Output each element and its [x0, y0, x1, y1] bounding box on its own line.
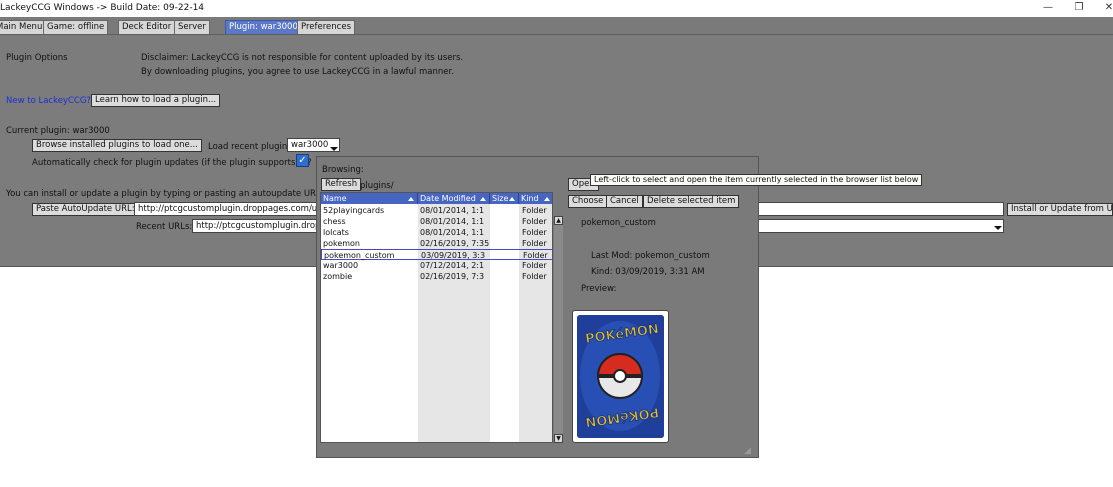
- disclaimer-line-2: By downloading plugins, you agree to use…: [141, 67, 454, 77]
- file-row[interactable]: 52playingcards 08/01/2014, 1:1 Folder: [321, 205, 552, 216]
- file-cell-name: chess: [323, 217, 346, 226]
- sort-arrow-icon: [408, 197, 414, 201]
- file-cell-kind: Folder: [522, 261, 547, 270]
- window-title-bar: LackeyCCG Windows -> Build Date: 09-22-1…: [0, 0, 1113, 17]
- learn-plugin-button[interactable]: Learn how to load a plugin...: [91, 94, 221, 107]
- detail-kind: Kind: 03/09/2019, 3:31 AM: [591, 267, 705, 277]
- column-header-name[interactable]: Name: [321, 193, 418, 204]
- column-header-date[interactable]: Date Modified: [418, 193, 490, 204]
- tab-label: Deck Editor: [122, 22, 172, 32]
- tab-label: Preferences: [301, 22, 351, 32]
- file-list-scrollbar[interactable]: [554, 216, 563, 443]
- scroll-up-icon: ▲: [556, 217, 561, 224]
- disclaimer-line-1: Disclaimer: LackeyCCG is not responsible…: [141, 53, 464, 63]
- restore-button[interactable]: ❐: [1072, 2, 1086, 14]
- tooltip: Left-click to select and open the item c…: [590, 174, 923, 186]
- file-cell-date: 02/16/2019, 7:35: [420, 239, 490, 248]
- install-instructions: You can install or update a plugin by ty…: [6, 189, 343, 199]
- column-header-label: Size: [492, 194, 509, 203]
- scroll-up-button[interactable]: ▲: [554, 216, 563, 225]
- main-tab-bar: Main Menu Game: offline Deck Editor Serv…: [0, 17, 1113, 35]
- column-header-kind[interactable]: Kind: [519, 193, 552, 204]
- column-header-size[interactable]: Size: [490, 193, 519, 204]
- detail-last-mod: Last Mod: pokemon_custom: [591, 251, 710, 261]
- file-row[interactable]: pokemon_custom 03/09/2019, 3:3 Folder: [321, 249, 552, 260]
- auto-check-checkbox[interactable]: ✓: [296, 154, 309, 167]
- chevron-down-icon: [994, 226, 1002, 230]
- tab-label: Plugin: war3000: [229, 22, 298, 32]
- browsing-label: Browsing:: [322, 165, 364, 175]
- resize-grip-icon[interactable]: ◢: [744, 446, 754, 456]
- scroll-down-icon: ▼: [556, 435, 561, 442]
- auto-check-label: Automatically check for plugin updates (…: [32, 158, 312, 168]
- file-row[interactable]: war3000 07/12/2014, 2:1 Folder: [321, 260, 552, 271]
- checkmark-icon: ✓: [298, 155, 307, 166]
- column-header-label: Date Modified: [420, 194, 476, 203]
- file-cell-date: 07/12/2014, 2:1: [420, 261, 485, 270]
- card-back-image: POKéMON POKéMON: [577, 315, 664, 438]
- file-cell-kind: Folder: [522, 272, 547, 281]
- tab-plugin[interactable]: Plugin: war3000: [225, 20, 302, 34]
- preview-label: Preview:: [581, 284, 617, 294]
- file-row[interactable]: chess 08/01/2014, 1:1 Folder: [321, 216, 552, 227]
- file-row[interactable]: pokemon 02/16/2019, 7:35 Folder: [321, 238, 552, 249]
- delete-selected-button[interactable]: Delete selected item: [643, 195, 740, 208]
- cancel-button[interactable]: Cancel: [606, 195, 643, 208]
- file-cell-kind: Folder: [522, 206, 547, 215]
- sort-arrow-icon: [480, 197, 486, 201]
- file-cell-name: lolcats: [323, 228, 349, 237]
- column-header-label: Kind: [521, 194, 539, 203]
- load-recent-value: war3000: [291, 140, 329, 150]
- tab-label: Server: [178, 22, 206, 32]
- chevron-down-icon: [330, 147, 338, 151]
- close-button[interactable]: ✕: [1102, 2, 1113, 14]
- file-cell-kind: Folder: [522, 217, 547, 226]
- refresh-button[interactable]: Refresh: [321, 178, 362, 191]
- column-header-label: Name: [323, 194, 347, 203]
- file-cell-date: 08/01/2014, 1:1: [420, 228, 485, 237]
- file-cell-name: 52playingcards: [323, 206, 385, 215]
- file-cell-kind: Folder: [522, 228, 547, 237]
- tab-deck-editor[interactable]: Deck Editor: [118, 20, 176, 34]
- tab-game[interactable]: Game: offline: [43, 20, 109, 34]
- new-to-lackey-link[interactable]: New to LackeyCCG?: [6, 96, 91, 106]
- paste-autoupdate-button[interactable]: Paste AutoUpdate URL:: [32, 203, 139, 216]
- sort-arrow-icon: [544, 197, 550, 201]
- recent-urls-label: Recent URLs:: [136, 222, 193, 232]
- file-cell-kind: Folder: [522, 239, 547, 248]
- browse-plugins-button[interactable]: Browse installed plugins to load one...: [32, 139, 202, 152]
- file-cell-name: war3000: [323, 261, 359, 270]
- card-preview: POKéMON POKéMON: [572, 310, 669, 443]
- tab-label: Main Menu: [0, 22, 43, 32]
- tab-preferences[interactable]: Preferences: [297, 20, 355, 34]
- file-cell-date: 08/01/2014, 1:1: [420, 206, 485, 215]
- tab-label: Game: offline: [47, 22, 105, 32]
- tab-server[interactable]: Server: [174, 20, 210, 34]
- plugin-options-heading: Plugin Options: [6, 53, 68, 63]
- scroll-down-button[interactable]: ▼: [554, 434, 563, 443]
- file-row[interactable]: zombie 02/16/2019, 7:3 Folder: [321, 271, 552, 282]
- minimize-button[interactable]: —: [1041, 2, 1055, 14]
- file-list[interactable]: Name Date Modified Size Kind 52playingca…: [320, 192, 553, 443]
- sort-arrow-icon: [509, 197, 515, 201]
- file-row[interactable]: lolcats 08/01/2014, 1:1 Folder: [321, 227, 552, 238]
- file-cell-name: pokemon: [323, 239, 360, 248]
- file-cell-date: 02/16/2019, 7:3: [420, 272, 485, 281]
- install-update-button[interactable]: Install or Update from UR: [1007, 203, 1113, 216]
- file-cell-name: zombie: [323, 272, 353, 281]
- detail-name: pokemon_custom: [581, 218, 656, 228]
- window-title: LackeyCCG Windows -> Build Date: 09-22-1…: [0, 3, 205, 13]
- load-recent-label: Load recent plugin:: [208, 142, 291, 152]
- browse-path: plugins/: [360, 181, 394, 191]
- file-cell-date: 08/01/2014, 1:1: [420, 217, 485, 226]
- choose-button[interactable]: Choose: [568, 195, 608, 208]
- current-plugin-label: Current plugin: war3000: [6, 126, 110, 136]
